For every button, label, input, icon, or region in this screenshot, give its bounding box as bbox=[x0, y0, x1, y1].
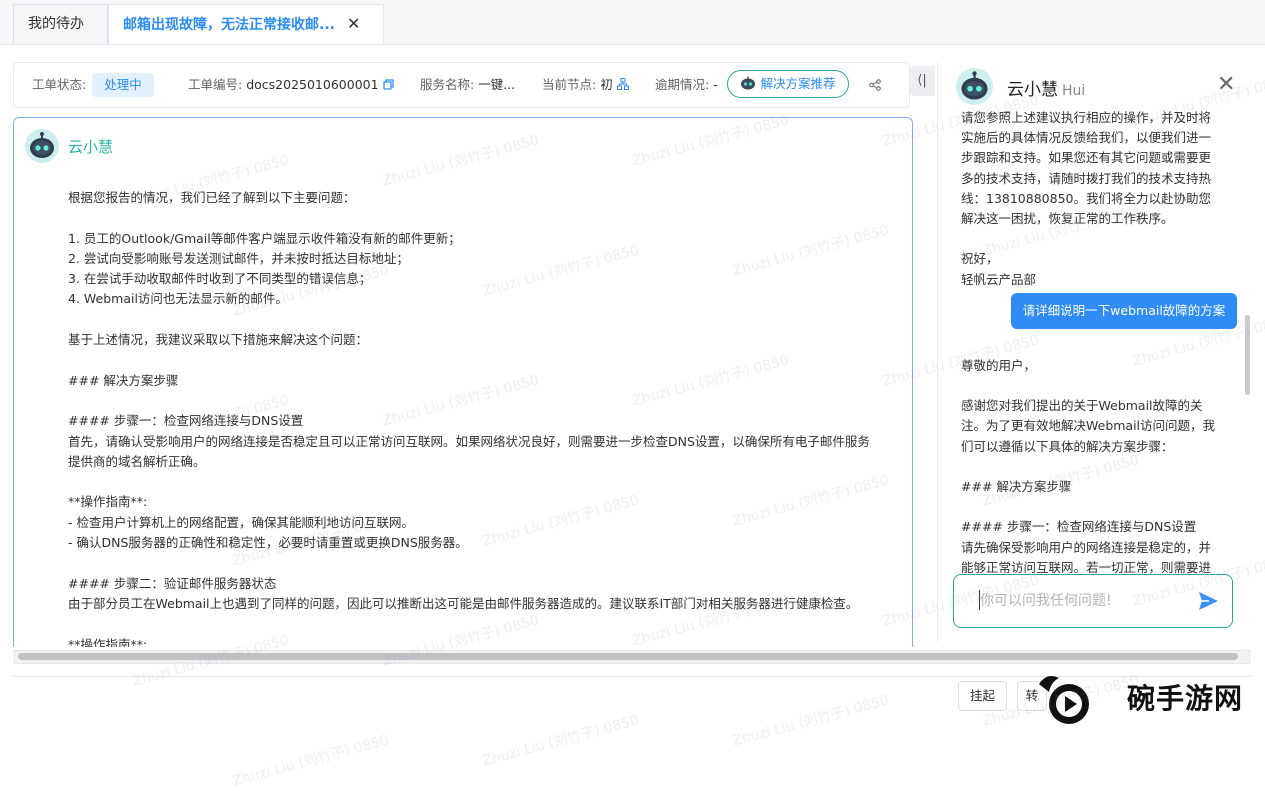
current-node-label: 当前节点: bbox=[542, 77, 597, 92]
horizontal-scrollbar[interactable] bbox=[13, 650, 1251, 664]
tab-my-todo-label: 我的待办 bbox=[28, 16, 84, 32]
side-panel-title: 云小慧 Hui bbox=[1007, 75, 1085, 100]
collapse-icon: ⟨| bbox=[917, 73, 927, 88]
user-message-bubble: 请详细说明一下webmail故障的方案 bbox=[1011, 293, 1237, 329]
service-name-label: 服务名称: bbox=[420, 77, 475, 92]
collapse-panel-button[interactable]: ⟨| bbox=[909, 66, 935, 96]
current-node-field: 当前节点: 初 bbox=[542, 63, 629, 107]
tab-my-todo[interactable]: 我的待办 bbox=[13, 4, 108, 44]
bot-reply-text: 根据您报告的情况，我们已经了解到以下主要问题： 1. 员工的Outlook/Gm… bbox=[68, 190, 870, 647]
robot-avatar-icon bbox=[25, 129, 59, 163]
robot-icon bbox=[741, 76, 756, 90]
copy-icon[interactable] bbox=[382, 79, 394, 90]
service-name-value: 一键... bbox=[478, 77, 516, 92]
robot-avatar-icon bbox=[956, 68, 993, 105]
status-field: 工单状态: 处理中 bbox=[32, 63, 154, 107]
main-reply-panel: 云小慧 根据您报告的情况，我们已经了解到以下主要问题： 1. 员工的Outloo… bbox=[13, 117, 913, 647]
side-panel-header: 云小慧 Hui ✕ bbox=[938, 62, 1250, 110]
send-icon[interactable] bbox=[1196, 589, 1220, 613]
text-caret bbox=[979, 590, 980, 610]
solution-recommend-label: 解决方案推荐 bbox=[760, 76, 836, 91]
close-icon[interactable]: ✕ bbox=[1217, 72, 1235, 97]
side-chat-history: 请您参照上述建议执行相应的操作，并及时将 实施后的具体情况反馈给我们，以便我们进… bbox=[961, 108, 1226, 578]
side-title-cn: 云小慧 bbox=[1007, 80, 1058, 100]
bot-name: 云小慧 bbox=[68, 138, 114, 156]
site-brand-text: 碗手游网 bbox=[1127, 682, 1244, 715]
chat-input[interactable] bbox=[978, 589, 1192, 613]
watermark-text: Zhuzi Liu (刘竹子) 0850 bbox=[230, 732, 391, 790]
tab-close-icon[interactable]: ✕ bbox=[347, 14, 360, 33]
ticket-number-label: 工单编号: bbox=[188, 77, 243, 92]
tab-bar: 我的待办 邮箱出现故障，无法正常接收邮... ✕ bbox=[0, 0, 1265, 45]
horizontal-scroll-thumb[interactable] bbox=[18, 653, 1238, 660]
share-icon[interactable] bbox=[869, 79, 881, 91]
side-bot-avatar bbox=[956, 68, 993, 105]
flow-icon[interactable] bbox=[616, 78, 629, 90]
bot-reply-message: 尊敬的用户， 感谢您对我们提出的关于Webmail故障的关 注。为了更有效地解决… bbox=[961, 357, 1216, 575]
side-scrollbar[interactable] bbox=[1245, 315, 1250, 395]
overdue-label: 逾期情况: bbox=[655, 77, 710, 92]
current-node-value: 初 bbox=[600, 77, 613, 92]
overdue-field: 逾期情况: - bbox=[655, 63, 718, 107]
tab-mailbox-issue[interactable]: 邮箱出现故障，无法正常接收邮... ✕ bbox=[108, 4, 384, 44]
site-logo-icon bbox=[1033, 670, 1095, 728]
suspend-button[interactable]: 挂起 bbox=[958, 681, 1007, 711]
overdue-value: - bbox=[713, 77, 718, 92]
previous-bot-message: 请您参照上述建议执行相应的操作，并及时将 实施后的具体情况反馈给我们，以便我们进… bbox=[961, 110, 1212, 287]
ticket-number-value: docs2025010600001 bbox=[246, 77, 379, 92]
status-badge: 处理中 bbox=[92, 73, 154, 97]
assistant-side-panel: 请您参照上述建议执行相应的操作，并及时将 实施后的具体情况反馈给我们，以便我们进… bbox=[937, 62, 1250, 642]
side-title-en: Hui bbox=[1062, 83, 1086, 99]
ticket-info-bar: 工单状态: 处理中 工单编号: docs2025010600001 服务名称: 一… bbox=[13, 62, 910, 108]
tab-mailbox-issue-label: 邮箱出现故障，无法正常接收邮... bbox=[123, 17, 335, 33]
bot-avatar bbox=[25, 129, 59, 163]
chat-input-box bbox=[953, 574, 1233, 628]
solution-recommend-button[interactable]: 解决方案推荐 bbox=[727, 70, 849, 98]
ticket-number-field: 工单编号: docs2025010600001 bbox=[188, 63, 394, 107]
service-name-field: 服务名称: 一键... bbox=[420, 63, 515, 107]
status-label: 工单状态: bbox=[32, 77, 87, 92]
